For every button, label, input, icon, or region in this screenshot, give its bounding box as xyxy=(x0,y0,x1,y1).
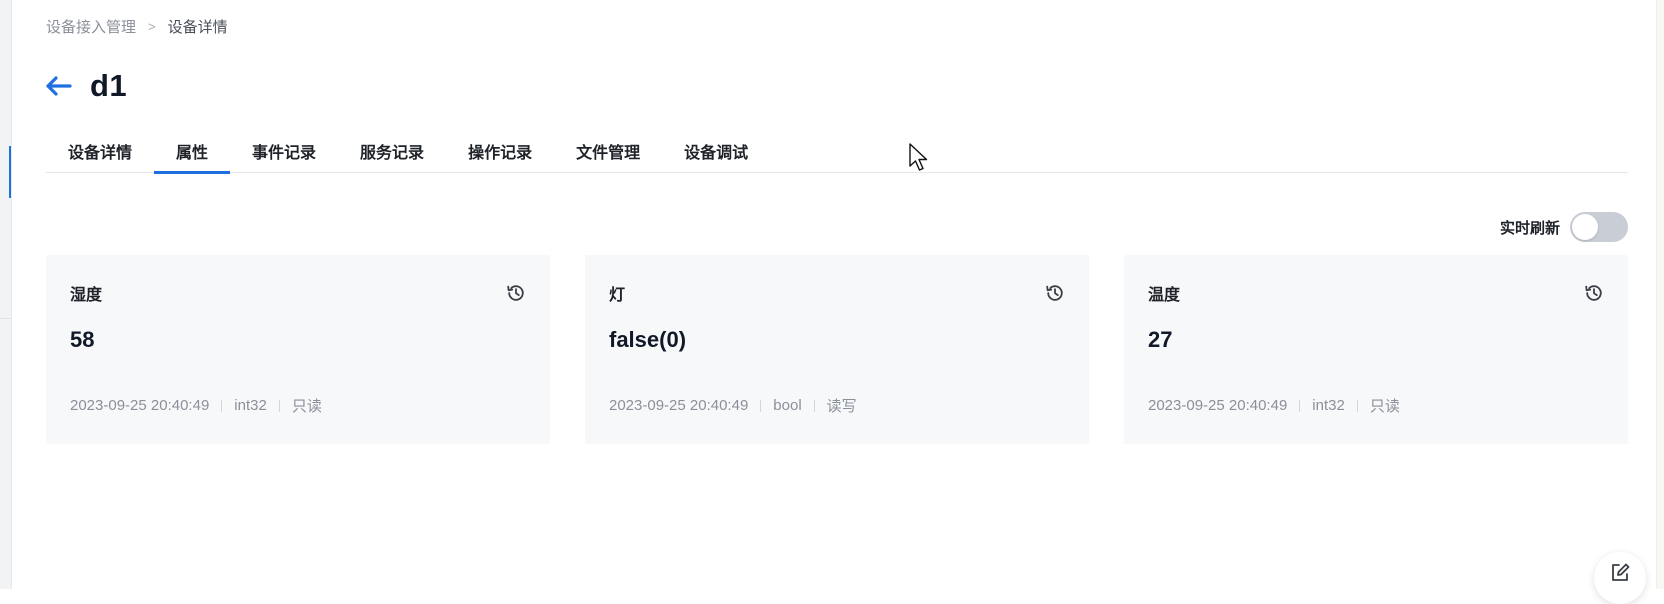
page-title: d1 xyxy=(90,68,128,103)
toggle-knob xyxy=(1572,214,1598,240)
realtime-refresh-toggle[interactable] xyxy=(1570,212,1628,242)
property-type: int32 xyxy=(234,397,267,414)
edit-icon xyxy=(1612,563,1630,581)
history-icon[interactable] xyxy=(1584,283,1604,303)
breadcrumb-parent-link[interactable]: 设备接入管理 xyxy=(46,16,136,37)
meta-divider xyxy=(760,399,762,412)
page-header: d1 xyxy=(44,64,127,108)
meta-divider xyxy=(1356,399,1358,412)
meta-divider xyxy=(278,399,280,412)
history-icon[interactable] xyxy=(506,283,526,303)
property-access: 只读 xyxy=(291,398,322,415)
breadcrumb: 设备接入管理 > 设备详情 xyxy=(46,16,228,36)
property-cards: 湿度 58 2023-09-25 20:40:49 int32 只读 灯 fal… xyxy=(46,255,1628,444)
left-sidebar-rail xyxy=(0,0,12,589)
right-edge-strip xyxy=(1656,0,1664,589)
tab-properties[interactable]: 属性 xyxy=(154,134,231,174)
property-meta: 2023-09-25 20:40:49 bool 读写 xyxy=(609,395,857,416)
edit-button[interactable] xyxy=(1594,552,1646,604)
property-value: 27 xyxy=(1148,327,1173,352)
meta-divider xyxy=(221,399,223,412)
sidebar-active-indicator xyxy=(9,146,11,198)
property-value: 58 xyxy=(70,327,95,352)
property-value: false(0) xyxy=(609,327,687,352)
history-icon[interactable] xyxy=(1045,283,1065,303)
property-name: 温度 xyxy=(1148,287,1181,304)
property-card-humidity: 湿度 58 2023-09-25 20:40:49 int32 只读 xyxy=(46,255,550,444)
tab-service-records[interactable]: 服务记录 xyxy=(338,134,446,173)
tab-bar: 设备详情 属性 事件记录 服务记录 操作记录 文件管理 设备调试 xyxy=(46,134,1628,174)
property-type: int32 xyxy=(1312,397,1345,414)
tab-operation-records[interactable]: 操作记录 xyxy=(446,134,554,173)
property-meta: 2023-09-25 20:40:49 int32 只读 xyxy=(70,395,322,416)
mouse-pointer-icon xyxy=(909,143,928,171)
property-timestamp: 2023-09-25 20:40:49 xyxy=(70,397,210,414)
property-access: 只读 xyxy=(1369,398,1400,415)
property-name: 灯 xyxy=(609,287,626,304)
property-meta: 2023-09-25 20:40:49 int32 只读 xyxy=(1148,395,1400,416)
property-name: 湿度 xyxy=(70,287,103,304)
tab-file-management[interactable]: 文件管理 xyxy=(554,134,662,173)
tab-device-details[interactable]: 设备详情 xyxy=(46,134,154,173)
property-timestamp: 2023-09-25 20:40:49 xyxy=(1148,397,1288,414)
realtime-refresh-control: 实时刷新 xyxy=(1500,212,1628,242)
meta-divider xyxy=(1299,399,1301,412)
realtime-refresh-label: 实时刷新 xyxy=(1499,219,1560,237)
property-timestamp: 2023-09-25 20:40:49 xyxy=(609,397,749,414)
property-card-temperature: 温度 27 2023-09-25 20:40:49 int32 只读 xyxy=(1124,255,1628,444)
breadcrumb-separator: > xyxy=(148,18,156,34)
tab-event-records[interactable]: 事件记录 xyxy=(230,134,338,173)
tab-device-debug[interactable]: 设备调试 xyxy=(662,134,770,173)
arrow-left-icon[interactable] xyxy=(44,71,74,101)
property-access: 读写 xyxy=(826,398,857,415)
meta-divider xyxy=(813,399,815,412)
breadcrumb-current: 设备详情 xyxy=(167,18,228,36)
sidebar-divider xyxy=(0,318,12,319)
property-type: bool xyxy=(773,397,802,414)
property-card-light: 灯 false(0) 2023-09-25 20:40:49 bool 读写 xyxy=(585,255,1089,444)
